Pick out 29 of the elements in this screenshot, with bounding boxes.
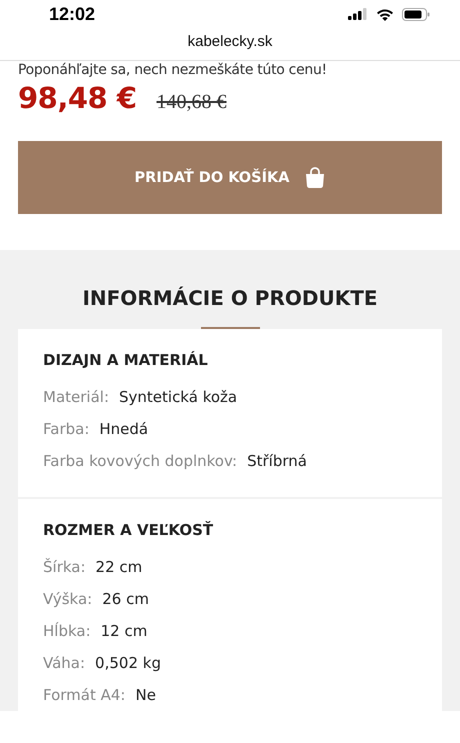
promo-text: Poponáhľajte sa, nech nezmeškáte túto cenu! [18,61,328,79]
original-price: 140,68 € [156,91,227,114]
attribute-value: 0,502 kg [95,654,161,672]
attribute-label: Hĺbka: [43,622,91,640]
attribute-value: Syntetická koža [119,388,238,406]
attribute-label: Farba: [43,420,90,438]
wifi-icon [376,8,394,20]
attribute-label: Váha: [43,654,86,672]
shopping-bag-icon [305,166,326,188]
card-title: DIZAJN A MATERIÁL [43,351,209,369]
current-price: 98,48 € [18,81,137,115]
attribute-value: Stříbrná [247,452,307,470]
attribute-label: Výška: [43,590,92,608]
attribute-label: Formát A4: [43,686,126,704]
attribute-label: Farba kovových doplnkov: [43,452,238,470]
attribute-label: Materiál: [43,388,109,406]
attribute-value: 26 cm [102,590,149,608]
attribute-value: Ne [136,686,156,704]
status-time: 12:02 [49,4,96,24]
url-text[interactable]: kabelecky.sk [188,33,272,50]
add-to-cart-button[interactable]: PRIDAŤ DO KOŠÍKA [18,141,442,214]
battery-icon [402,8,430,20]
section-title: INFORMÁCIE O PRODUKTE [81,286,379,310]
attribute-value: 22 cm [96,558,142,576]
card-title: ROZMER A VEĽKOSŤ [43,521,214,539]
signal-icon [348,8,368,20]
attribute-label: Šírka: [43,558,86,576]
attribute-value: Hnedá [99,420,148,438]
attribute-value: 12 cm [100,622,148,640]
